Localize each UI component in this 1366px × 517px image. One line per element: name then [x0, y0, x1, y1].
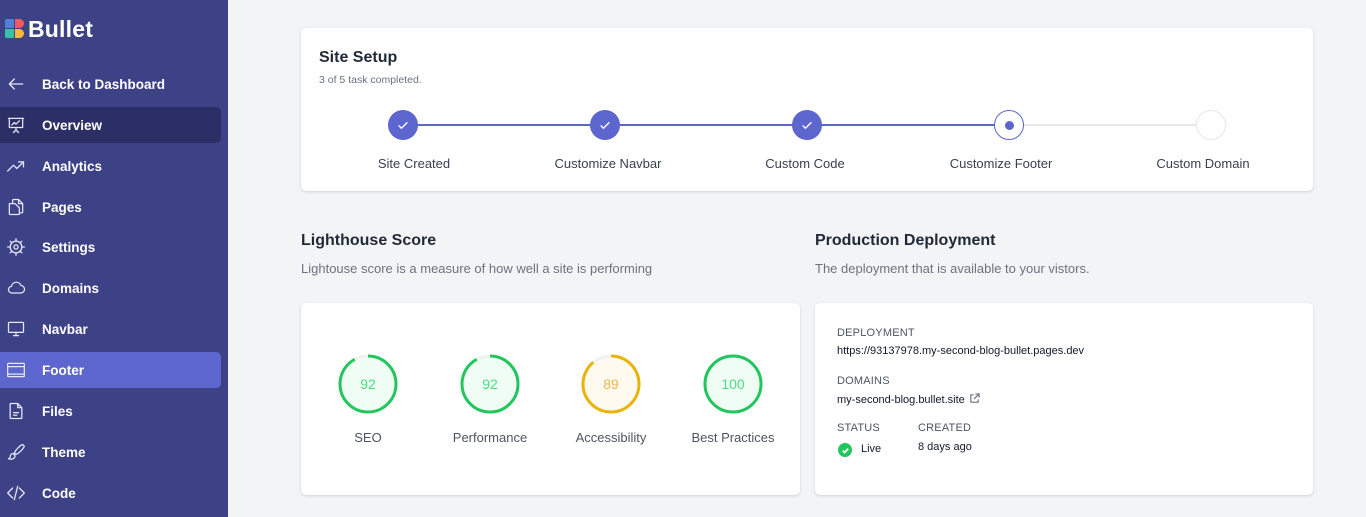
sidebar-item-theme[interactable]: Theme: [0, 434, 221, 470]
score-value: 92: [482, 376, 498, 392]
gauge-performance: 92: [459, 353, 521, 415]
sidebar-item-back-to-dashboard[interactable]: Back to Dashboard: [0, 66, 221, 102]
trending-up-icon: [5, 155, 27, 177]
sidebar-item-label: Back to Dashboard: [42, 76, 166, 92]
step-custom-domain[interactable]: [1196, 110, 1226, 140]
check-icon: [802, 121, 812, 130]
sidebar-item-analytics[interactable]: Analytics: [0, 148, 221, 184]
bullet-logo-icon: [5, 19, 25, 39]
stepper-remaining-line: [1024, 124, 1210, 126]
deployment-card: DEPLOYMENT https://93137978.my-second-bl…: [815, 303, 1313, 495]
score-label: Accessibility: [575, 430, 647, 445]
sidebar-item-label: Settings: [42, 239, 96, 255]
lighthouse-title: Lighthouse Score: [301, 232, 437, 249]
file-icon: [5, 400, 27, 422]
sidebar-item-navbar[interactable]: Navbar: [0, 311, 221, 347]
step-label: Customize Footer: [949, 156, 1053, 171]
site-setup-card: Site Setup 3 of 5 task completed. Site C…: [301, 28, 1313, 191]
sidebar-item-footer[interactable]: Footer: [0, 352, 221, 388]
check-circle-icon: [838, 443, 852, 457]
sidebar: Bullet Back to Dashboard Overview Analyt…: [0, 0, 228, 517]
step-custom-code[interactable]: [792, 110, 822, 140]
code-icon: [5, 482, 27, 504]
external-link-icon[interactable]: [969, 393, 980, 407]
gauge-seo: 92: [337, 353, 399, 415]
cloud-icon: [5, 277, 27, 299]
sidebar-item-label: Theme: [42, 444, 86, 460]
score-label: Performance: [452, 430, 528, 445]
brush-icon: [5, 441, 27, 463]
domain-link-row[interactable]: my-second-blog.bullet.site: [837, 393, 980, 407]
check-icon: [398, 121, 408, 130]
score-value: 89: [603, 376, 619, 392]
sidebar-item-label: Files: [42, 403, 73, 419]
arrow-left-icon: [5, 73, 27, 95]
deployment-label: DEPLOYMENT: [837, 327, 915, 339]
domain-link[interactable]: my-second-blog.bullet.site: [837, 394, 965, 406]
step-label: Customize Navbar: [554, 156, 662, 171]
score-label: Best Practices: [691, 430, 775, 445]
domains-label: DOMAINS: [837, 375, 890, 387]
sidebar-item-label: Analytics: [42, 158, 103, 174]
gauge-accessibility: 89: [580, 353, 642, 415]
score-label: SEO: [354, 430, 382, 445]
step-site-created[interactable]: [388, 110, 418, 140]
lighthouse-card: 92 SEO 92 Performance 89 Accessibility 1…: [301, 303, 800, 495]
step-label: Site Created: [377, 156, 451, 171]
lighthouse-subtitle: Lightouse score is a measure of how well…: [301, 261, 653, 276]
step-label: Custom Code: [765, 156, 845, 171]
gear-icon: [5, 236, 27, 258]
site-setup-title: Site Setup: [319, 49, 398, 66]
sidebar-item-domains[interactable]: Domains: [0, 270, 221, 306]
deployment-subtitle: The deployment that is available to your…: [815, 261, 1090, 276]
sidebar-item-label: Navbar: [42, 321, 88, 337]
documents-icon: [5, 196, 27, 218]
sidebar-item-label: Code: [42, 485, 76, 501]
presentation-chart-icon: [5, 114, 27, 136]
sidebar-item-label: Overview: [42, 117, 103, 133]
window-icon: [5, 359, 27, 381]
status-value: Live: [861, 443, 882, 455]
sidebar-item-code[interactable]: Code: [0, 475, 221, 511]
current-step-dot: [1004, 120, 1014, 130]
deployment-title: Production Deployment: [815, 232, 996, 249]
gauge-best-practices: 100: [702, 353, 764, 415]
status-label: STATUS: [837, 422, 880, 434]
sidebar-item-label: Pages: [42, 199, 82, 215]
created-value: 8 days ago: [918, 441, 972, 453]
stepper-progress-line: [418, 124, 1024, 126]
logo[interactable]: Bullet: [5, 15, 93, 43]
step-customize-navbar[interactable]: [590, 110, 620, 140]
monitor-icon: [5, 318, 27, 340]
deployment-url[interactable]: https://93137978.my-second-blog-bullet.p…: [837, 345, 1084, 357]
site-setup-progress-text: 3 of 5 task completed.: [319, 74, 422, 86]
sidebar-item-pages[interactable]: Pages: [0, 189, 221, 225]
score-value: 100: [721, 376, 745, 392]
step-customize-footer[interactable]: [994, 110, 1024, 140]
sidebar-item-files[interactable]: Files: [0, 393, 221, 429]
created-label: CREATED: [918, 422, 972, 434]
sidebar-item-label: Footer: [42, 362, 84, 378]
step-label: Custom Domain: [1156, 156, 1250, 171]
app-name: Bullet: [28, 15, 94, 42]
check-icon: [600, 121, 610, 130]
sidebar-item-settings[interactable]: Settings: [0, 229, 221, 265]
score-value: 92: [360, 376, 376, 392]
sidebar-item-overview[interactable]: Overview: [0, 107, 221, 143]
sidebar-item-label: Domains: [42, 280, 100, 296]
